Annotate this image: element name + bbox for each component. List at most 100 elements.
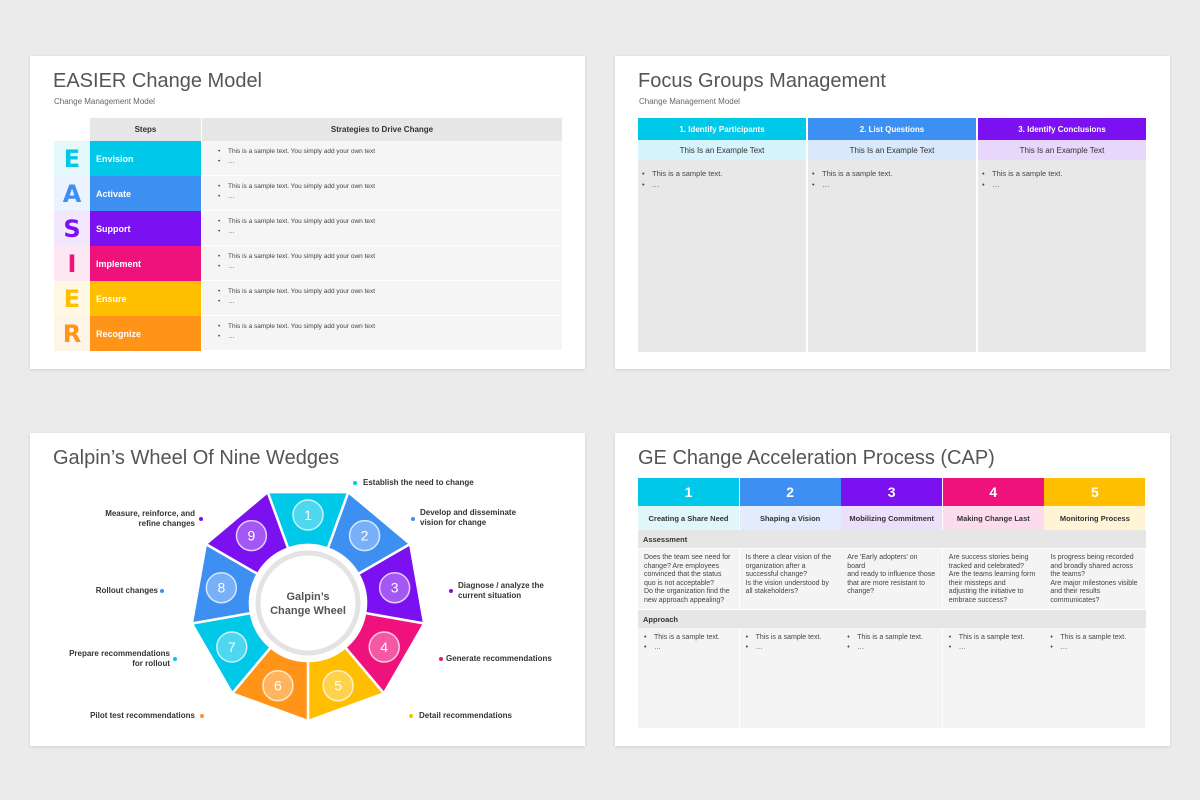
label-dot — [439, 657, 443, 661]
column-header: 1. Identify Participants — [638, 118, 806, 140]
step-number: 5 — [1044, 478, 1146, 506]
bullet-item: This is a sample text. You simply add yo… — [218, 182, 562, 192]
wedge-number: 6 — [274, 678, 282, 694]
wedge-number: 8 — [217, 580, 225, 596]
slide-title: Focus Groups Management — [638, 70, 886, 92]
assessment-cell: Are 'Early adopters' on board and ready t… — [841, 549, 943, 609]
label-dot — [409, 714, 413, 718]
wedge-label-line: Prepare recommendations — [69, 649, 170, 658]
bullet-list: This is a sample text. You simply add yo… — [218, 252, 562, 272]
row-strategies: This is a sample text. You simply add yo… — [202, 246, 562, 281]
bullet-item: This is a sample text. You simply add yo… — [218, 217, 562, 227]
assessment-section-label: Assessment — [638, 530, 1146, 548]
wedge-label-line: Generate recommendations — [446, 654, 552, 663]
assessment-line: tracked and celebrated? — [948, 562, 1024, 570]
assessment-line: Are major milestones visible — [1050, 579, 1138, 587]
bullet-list: This is a sample text. You simply add yo… — [218, 322, 562, 342]
bullet-item: This is a sample text. You simply add yo… — [218, 287, 562, 297]
row-letter: S — [54, 211, 90, 246]
slide-subtitle: Change Management Model — [639, 97, 740, 106]
assessment-line: convinced that the status — [644, 571, 722, 579]
wedge-label-line: Pilot test recommendations — [90, 711, 195, 720]
assessment-cell: Is there a clear vision of the organizati… — [739, 549, 841, 609]
assessment-line: embrace success? — [948, 596, 1008, 604]
bullet-item: … — [847, 643, 936, 653]
column-body: This is a sample text.… — [638, 160, 806, 352]
wedge-label-line: current situation — [458, 591, 522, 600]
assessment-line: Is progress being recorded — [1050, 554, 1134, 561]
assessment-line: change? — [847, 588, 875, 596]
bullet-item: This is a sample text. — [1050, 633, 1139, 643]
assessment-line: Are 'Early adopters' on board — [847, 554, 918, 570]
row-letter: R — [54, 316, 90, 351]
row-strategies: This is a sample text. You simply add yo… — [202, 281, 562, 316]
bullet-item: … — [982, 179, 1146, 190]
assessment-line: and ready to influence those — [847, 571, 936, 579]
slide-galpin-wheel[interactable]: Galpin’s Wheel Of Nine Wedges 123456789G… — [30, 433, 585, 746]
table-row: IImplement This is a sample text. You sim… — [54, 246, 562, 281]
wedge-number: 9 — [248, 528, 256, 544]
bullet-item: This is a sample text. — [847, 633, 936, 643]
bullet-list: This is a sample text. You simply add yo… — [218, 147, 562, 167]
column-header: 2. List Questions — [808, 118, 976, 140]
focus-column: 1. Identify Participants This Is an Examp… — [638, 118, 806, 352]
wedge-label: Prepare recommendations for rollout — [69, 649, 170, 669]
row-strategies: This is a sample text. You simply add yo… — [202, 211, 562, 246]
wedge-label-line: vision for change — [420, 518, 487, 527]
wedge-number: 2 — [361, 528, 369, 544]
row-strategies: This is a sample text. You simply add yo… — [202, 141, 562, 176]
step-number: 2 — [739, 478, 841, 506]
row-step-label: Support — [90, 211, 201, 246]
assessment-line: and broadly shared across — [1050, 562, 1133, 570]
assessment-line: Does the team see need for — [644, 554, 731, 561]
wedge-label-line: Develop and disseminate — [420, 508, 517, 517]
slide-ge-cap[interactable]: GE Change Acceleration Process (CAP) Ass… — [615, 433, 1170, 746]
assessment-cell: Is progress being recorded and broadly sh… — [1044, 549, 1146, 609]
assessment-line: communicates? — [1050, 596, 1100, 604]
column-subheader: This Is an Example Text — [638, 140, 806, 160]
bullet-item: … — [812, 179, 976, 190]
step-number: 3 — [841, 478, 943, 506]
row-letter: E — [54, 281, 90, 316]
focus-column: 2. List Questions This Is an Example Text… — [808, 118, 976, 352]
wedge-label: Diagnose / analyze the current situation — [458, 581, 544, 601]
label-dot — [353, 481, 357, 485]
step-name: Shaping a Vision — [739, 506, 841, 530]
bullet-item: This is a sample text. — [949, 633, 1038, 643]
wedge-label-line: Diagnose / analyze the — [458, 581, 544, 590]
approach-cell: This is a sample text.… — [942, 628, 1044, 728]
bullet-item: … — [949, 643, 1038, 653]
approach-cell: This is a sample text.… — [739, 628, 841, 728]
step-name: Making Change Last — [942, 506, 1044, 530]
assessment-cell: Are success stories being tracked and cel… — [942, 549, 1044, 609]
wedge-label-line: for rollout — [132, 659, 170, 668]
wedge-label-line: Measure, reinforce, and — [105, 509, 195, 518]
column-body: This is a sample text.… — [978, 160, 1146, 352]
slide-focus-groups[interactable]: Focus Groups Management Change Managemen… — [615, 56, 1170, 369]
wedge-label: Rollout changes — [96, 586, 158, 596]
wedge-label: Measure, reinforce, and refine changes — [105, 509, 195, 529]
wedge-label: Generate recommendations — [446, 654, 552, 664]
assessment-line: their missteps and — [948, 579, 1006, 587]
bullet-item: … — [218, 262, 562, 272]
bullet-list: This is a sample text.… — [642, 168, 806, 190]
bullet-list: This is a sample text.… — [746, 633, 835, 653]
slide-easier-change-model[interactable]: EASIER Change Model Change Management Mo… — [30, 56, 585, 369]
bullet-list: This is a sample text.… — [812, 168, 976, 190]
wedge-label-line: Detail recommendations — [419, 711, 512, 720]
row-strategies: This is a sample text. You simply add yo… — [202, 316, 562, 351]
step-number: 4 — [942, 478, 1044, 506]
wedge-number: 1 — [304, 507, 312, 523]
wedge-label-line: Establish the need to change — [363, 478, 474, 487]
assessment-line: Are success stories being — [948, 554, 1029, 561]
assessment-line: new approach appealing? — [644, 596, 725, 604]
row-step-label: Implement — [90, 246, 201, 281]
approach-cell: This is a sample text.… — [1044, 628, 1146, 728]
assessment-line: and their results — [1050, 588, 1101, 596]
row-step-label: Envision — [90, 141, 201, 176]
bullet-item: … — [644, 643, 733, 653]
assessment-line: Do the organization find the — [644, 588, 730, 596]
bullet-item: This is a sample text. — [642, 168, 806, 179]
row-letter: E — [54, 141, 90, 176]
table-row: EEnvision This is a sample text. You simp… — [54, 141, 562, 176]
